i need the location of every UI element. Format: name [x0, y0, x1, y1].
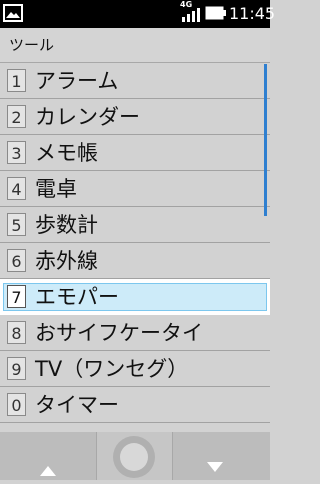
- menu-item-label: 歩数計: [35, 213, 98, 237]
- status-bar: 4G 11:45: [0, 0, 275, 28]
- menu-item-memo[interactable]: 3 メモ帳: [0, 135, 270, 171]
- menu-item-label: 赤外線: [35, 249, 98, 273]
- menu-item-infrared[interactable]: 6 赤外線: [0, 243, 270, 279]
- gallery-icon: [3, 4, 23, 22]
- menu-item-label: タイマー: [35, 393, 119, 417]
- menu-item-calendar[interactable]: 2 カレンダー: [0, 99, 270, 135]
- menu-list: 1 アラーム 2 カレンダー 3 メモ帳 4 電卓 5 歩数計 6 赤外線 7 …: [0, 63, 270, 432]
- item-number-badge: 4: [7, 177, 26, 200]
- menu-item-pedometer[interactable]: 5 歩数計: [0, 207, 270, 243]
- menu-item-emopa[interactable]: 7 エモパー: [0, 279, 270, 315]
- item-number-badge: 0: [7, 393, 26, 416]
- battery-icon: [205, 6, 226, 20]
- softkey-down-button[interactable]: [173, 432, 270, 480]
- item-number-badge: 2: [7, 105, 26, 128]
- softkey-center-button[interactable]: [97, 432, 172, 480]
- down-arrow-icon: [207, 462, 223, 472]
- center-circle-icon: [113, 436, 155, 478]
- up-arrow-icon: [40, 466, 56, 476]
- scrollbar[interactable]: [264, 64, 267, 216]
- item-number-badge: 5: [7, 213, 26, 236]
- menu-item-calculator[interactable]: 4 電卓: [0, 171, 270, 207]
- menu-item-label: 電卓: [35, 177, 77, 201]
- menu-item-tv-oneseg[interactable]: 9 TV（ワンセグ）: [0, 351, 270, 387]
- softkey-up-button[interactable]: [0, 432, 96, 480]
- center-circle-inner: [120, 443, 148, 471]
- status-time: 11:45: [229, 4, 276, 23]
- item-number-badge: 7: [7, 285, 26, 308]
- page-title: ツール: [9, 36, 55, 54]
- menu-item-label: カレンダー: [35, 105, 140, 129]
- softkey-bar: [0, 432, 270, 480]
- menu-item-label: TV（ワンセグ）: [35, 357, 189, 381]
- title-bar: ツール: [0, 28, 270, 63]
- menu-item-label: アラーム: [35, 69, 119, 93]
- item-number-badge: 8: [7, 321, 26, 344]
- item-number-badge: 3: [7, 141, 26, 164]
- menu-item-label: メモ帳: [35, 141, 98, 165]
- item-number-badge: 1: [7, 69, 26, 92]
- menu-item-alarm[interactable]: 1 アラーム: [0, 63, 270, 99]
- menu-item-label: エモパー: [35, 285, 119, 309]
- menu-item-timer[interactable]: 0 タイマー: [0, 387, 270, 423]
- menu-item-label: おサイフケータイ: [35, 321, 203, 345]
- item-number-badge: 9: [7, 357, 26, 380]
- menu-item-osaifu-keitai[interactable]: 8 おサイフケータイ: [0, 315, 270, 351]
- item-number-badge: 6: [7, 249, 26, 272]
- signal-icon: [182, 8, 200, 22]
